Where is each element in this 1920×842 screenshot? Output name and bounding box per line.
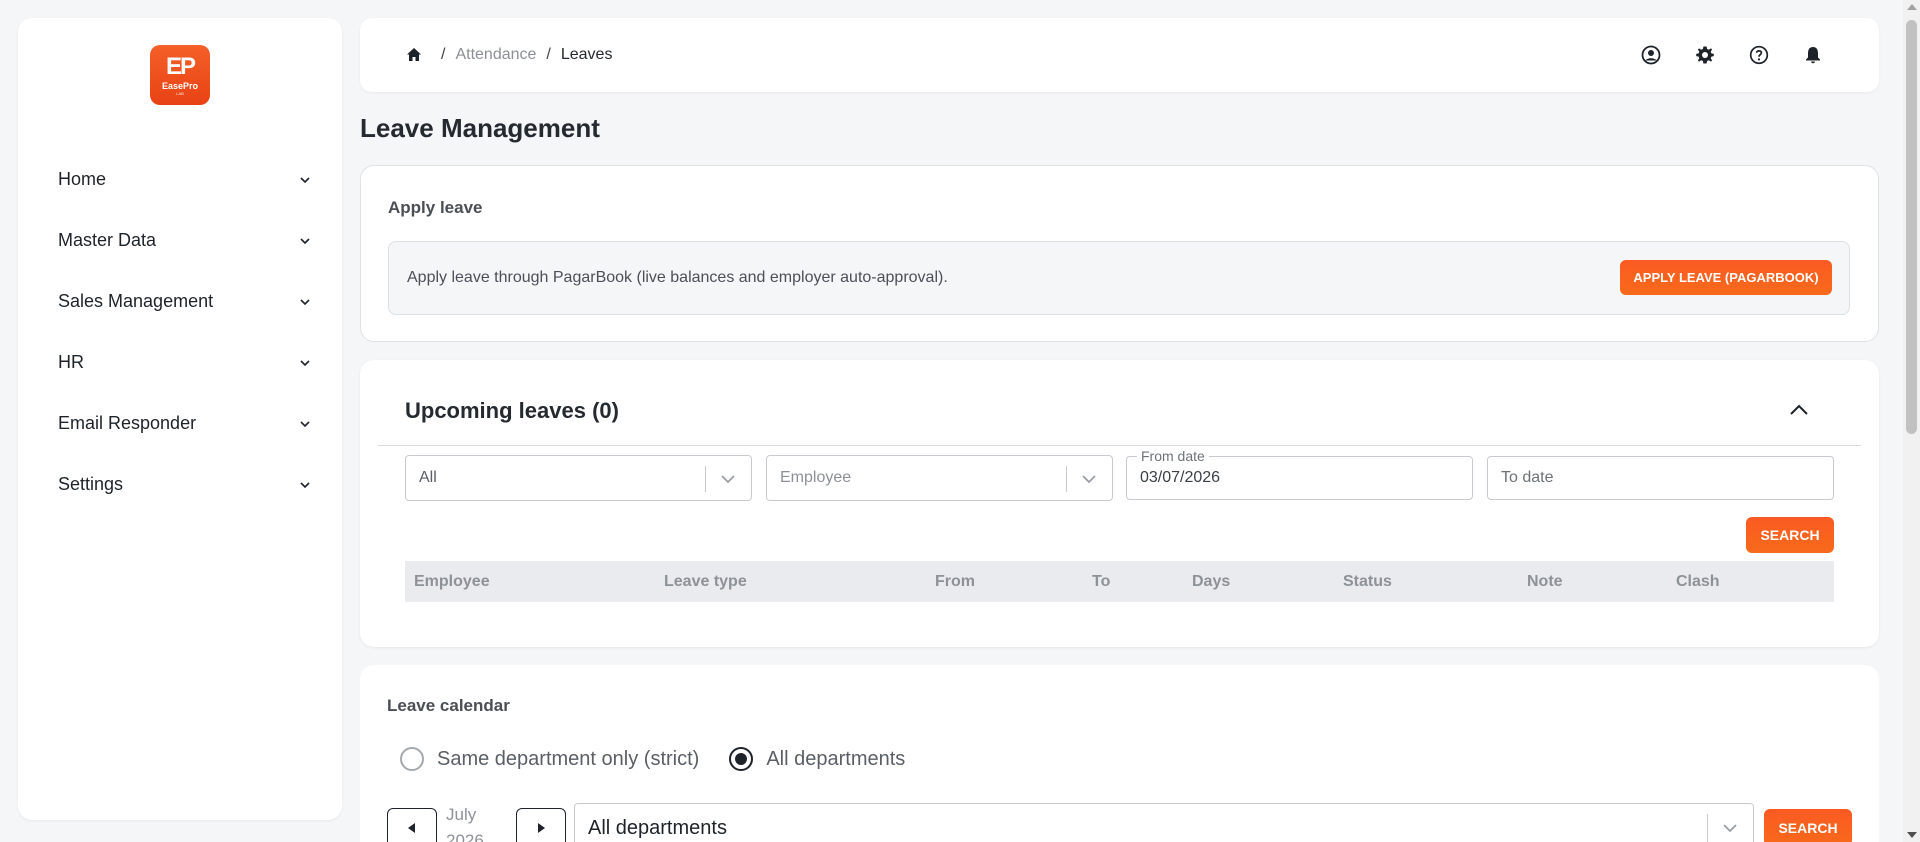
leave-calendar-card: Leave calendar Same department only (str… xyxy=(360,665,1879,842)
select-divider xyxy=(705,466,706,492)
breadcrumb-attendance[interactable]: Attendance xyxy=(455,46,536,64)
chevron-down-icon xyxy=(300,176,310,183)
scroll-down-arrow-icon[interactable] xyxy=(1907,832,1917,838)
sidebar-item-master-data[interactable]: Master Data xyxy=(18,210,342,271)
sidebar-item-email-responder[interactable]: Email Responder xyxy=(18,393,342,454)
sidebar-item-hr[interactable]: HR xyxy=(18,332,342,393)
chevron-down-icon xyxy=(300,420,310,427)
page-title: Leave Management xyxy=(360,113,600,143)
breadcrumb-separator: / xyxy=(546,46,551,63)
department-value: All departments xyxy=(588,816,727,839)
column-header-status[interactable]: Status xyxy=(1343,561,1392,602)
sidebar-item-sales-management[interactable]: Sales Management xyxy=(18,271,342,332)
sidebar-nav: Home Master Data Sales Management HR Ema… xyxy=(18,149,342,515)
upcoming-leaves-card: Upcoming leaves (0) All Employee From da… xyxy=(360,360,1879,647)
to-date-field[interactable]: To date xyxy=(1487,456,1834,500)
next-month-button[interactable] xyxy=(516,808,566,842)
select-divider xyxy=(1707,814,1708,842)
department-scope-radio-group: Same department only (strict) All depart… xyxy=(400,747,935,771)
apply-leave-title: Apply leave xyxy=(388,198,483,217)
sidebar-item-label: Home xyxy=(58,169,107,189)
radio-all-departments-label[interactable]: All departments xyxy=(766,748,905,771)
from-date-field[interactable]: From date 03/07/2026 xyxy=(1126,448,1473,500)
top-icons xyxy=(1639,18,1825,92)
logo-name: EasePro xyxy=(161,80,199,91)
previous-month-button[interactable] xyxy=(387,808,437,842)
employee-placeholder: Employee xyxy=(780,469,852,486)
sidebar-item-label: Settings xyxy=(58,474,124,494)
column-header-from[interactable]: From xyxy=(935,561,975,602)
to-date-placeholder: To date xyxy=(1501,469,1554,486)
gear-icon[interactable] xyxy=(1693,43,1717,67)
upcoming-leaves-title: Upcoming leaves (0) xyxy=(405,398,619,423)
apply-leave-pagarbook-button[interactable]: APPLY LEAVE (PAGARBOOK) xyxy=(1620,260,1832,295)
bell-icon[interactable] xyxy=(1801,43,1825,67)
easepro-logo[interactable]: EP EasePro LAB xyxy=(150,45,210,105)
breadcrumb-separator: / xyxy=(441,46,446,63)
top-bar: / Attendance / Leaves xyxy=(360,18,1879,92)
page-scrollbar[interactable] xyxy=(1903,0,1920,842)
triangle-left-icon xyxy=(408,823,415,833)
help-icon[interactable] xyxy=(1747,43,1771,67)
home-icon[interactable] xyxy=(405,46,423,64)
calendar-search-button[interactable]: SEARCH xyxy=(1764,809,1852,842)
column-header-clash[interactable]: Clash xyxy=(1676,561,1720,602)
sidebar-item-label: HR xyxy=(58,352,84,372)
year-label: 2026 xyxy=(446,831,484,842)
from-date-value: 03/07/2026 xyxy=(1140,469,1221,486)
apply-leave-message: Apply leave through PagarBook (live bala… xyxy=(407,269,948,286)
month-label: July xyxy=(446,805,477,824)
chevron-down-icon xyxy=(1082,475,1096,484)
month-year-label: July 2026 xyxy=(446,802,484,842)
column-header-note[interactable]: Note xyxy=(1527,561,1563,602)
logo-sub: LAB xyxy=(176,90,184,96)
leave-type-select[interactable]: All xyxy=(405,455,752,501)
employee-select[interactable]: Employee xyxy=(766,455,1113,501)
column-header-days[interactable]: Days xyxy=(1192,561,1230,602)
select-divider xyxy=(1066,466,1067,492)
chevron-down-icon xyxy=(1723,824,1737,833)
radio-same-department-label[interactable]: Same department only (strict) xyxy=(437,748,699,771)
logo-mark: EP xyxy=(165,52,196,80)
chevron-down-icon xyxy=(300,298,310,305)
column-header-to[interactable]: To xyxy=(1092,561,1110,602)
leave-type-value: All xyxy=(419,469,437,486)
triangle-right-icon xyxy=(538,823,545,833)
leave-calendar-title: Leave calendar xyxy=(387,696,510,715)
scroll-up-arrow-icon[interactable] xyxy=(1907,4,1917,10)
chevron-up-icon[interactable] xyxy=(1787,398,1811,422)
radio-all-departments[interactable] xyxy=(729,747,754,771)
breadcrumb: / Attendance / Leaves xyxy=(405,18,612,92)
radio-same-department[interactable] xyxy=(400,747,424,771)
chevron-down-icon xyxy=(300,359,310,366)
search-button[interactable]: SEARCH xyxy=(1746,517,1834,553)
apply-leave-box: Apply leave through PagarBook (live bala… xyxy=(388,241,1850,315)
sidebar-item-settings[interactable]: Settings xyxy=(18,454,342,515)
divider xyxy=(378,445,1861,446)
sidebar-item-label: Email Responder xyxy=(58,413,197,433)
sidebar-item-label: Sales Management xyxy=(58,291,214,311)
column-header-employee[interactable]: Employee xyxy=(414,561,490,602)
department-select[interactable]: All departments xyxy=(574,803,1754,842)
table-header: Employee Leave type From To Days Status … xyxy=(405,561,1834,602)
chevron-down-icon xyxy=(300,237,310,244)
account-icon[interactable] xyxy=(1639,43,1663,67)
sidebar-item-label: Master Data xyxy=(58,230,157,250)
sidebar: EP EasePro LAB Home Master Data Sales Ma… xyxy=(18,18,342,820)
scrollbar-thumb[interactable] xyxy=(1906,20,1917,434)
chevron-down-icon xyxy=(300,481,310,488)
apply-leave-card: Apply leave Apply leave through PagarBoo… xyxy=(360,165,1879,342)
column-header-leave-type[interactable]: Leave type xyxy=(664,561,747,602)
breadcrumb-leaves: Leaves xyxy=(560,46,613,63)
chevron-down-icon xyxy=(721,475,735,484)
sidebar-item-home[interactable]: Home xyxy=(18,149,342,210)
